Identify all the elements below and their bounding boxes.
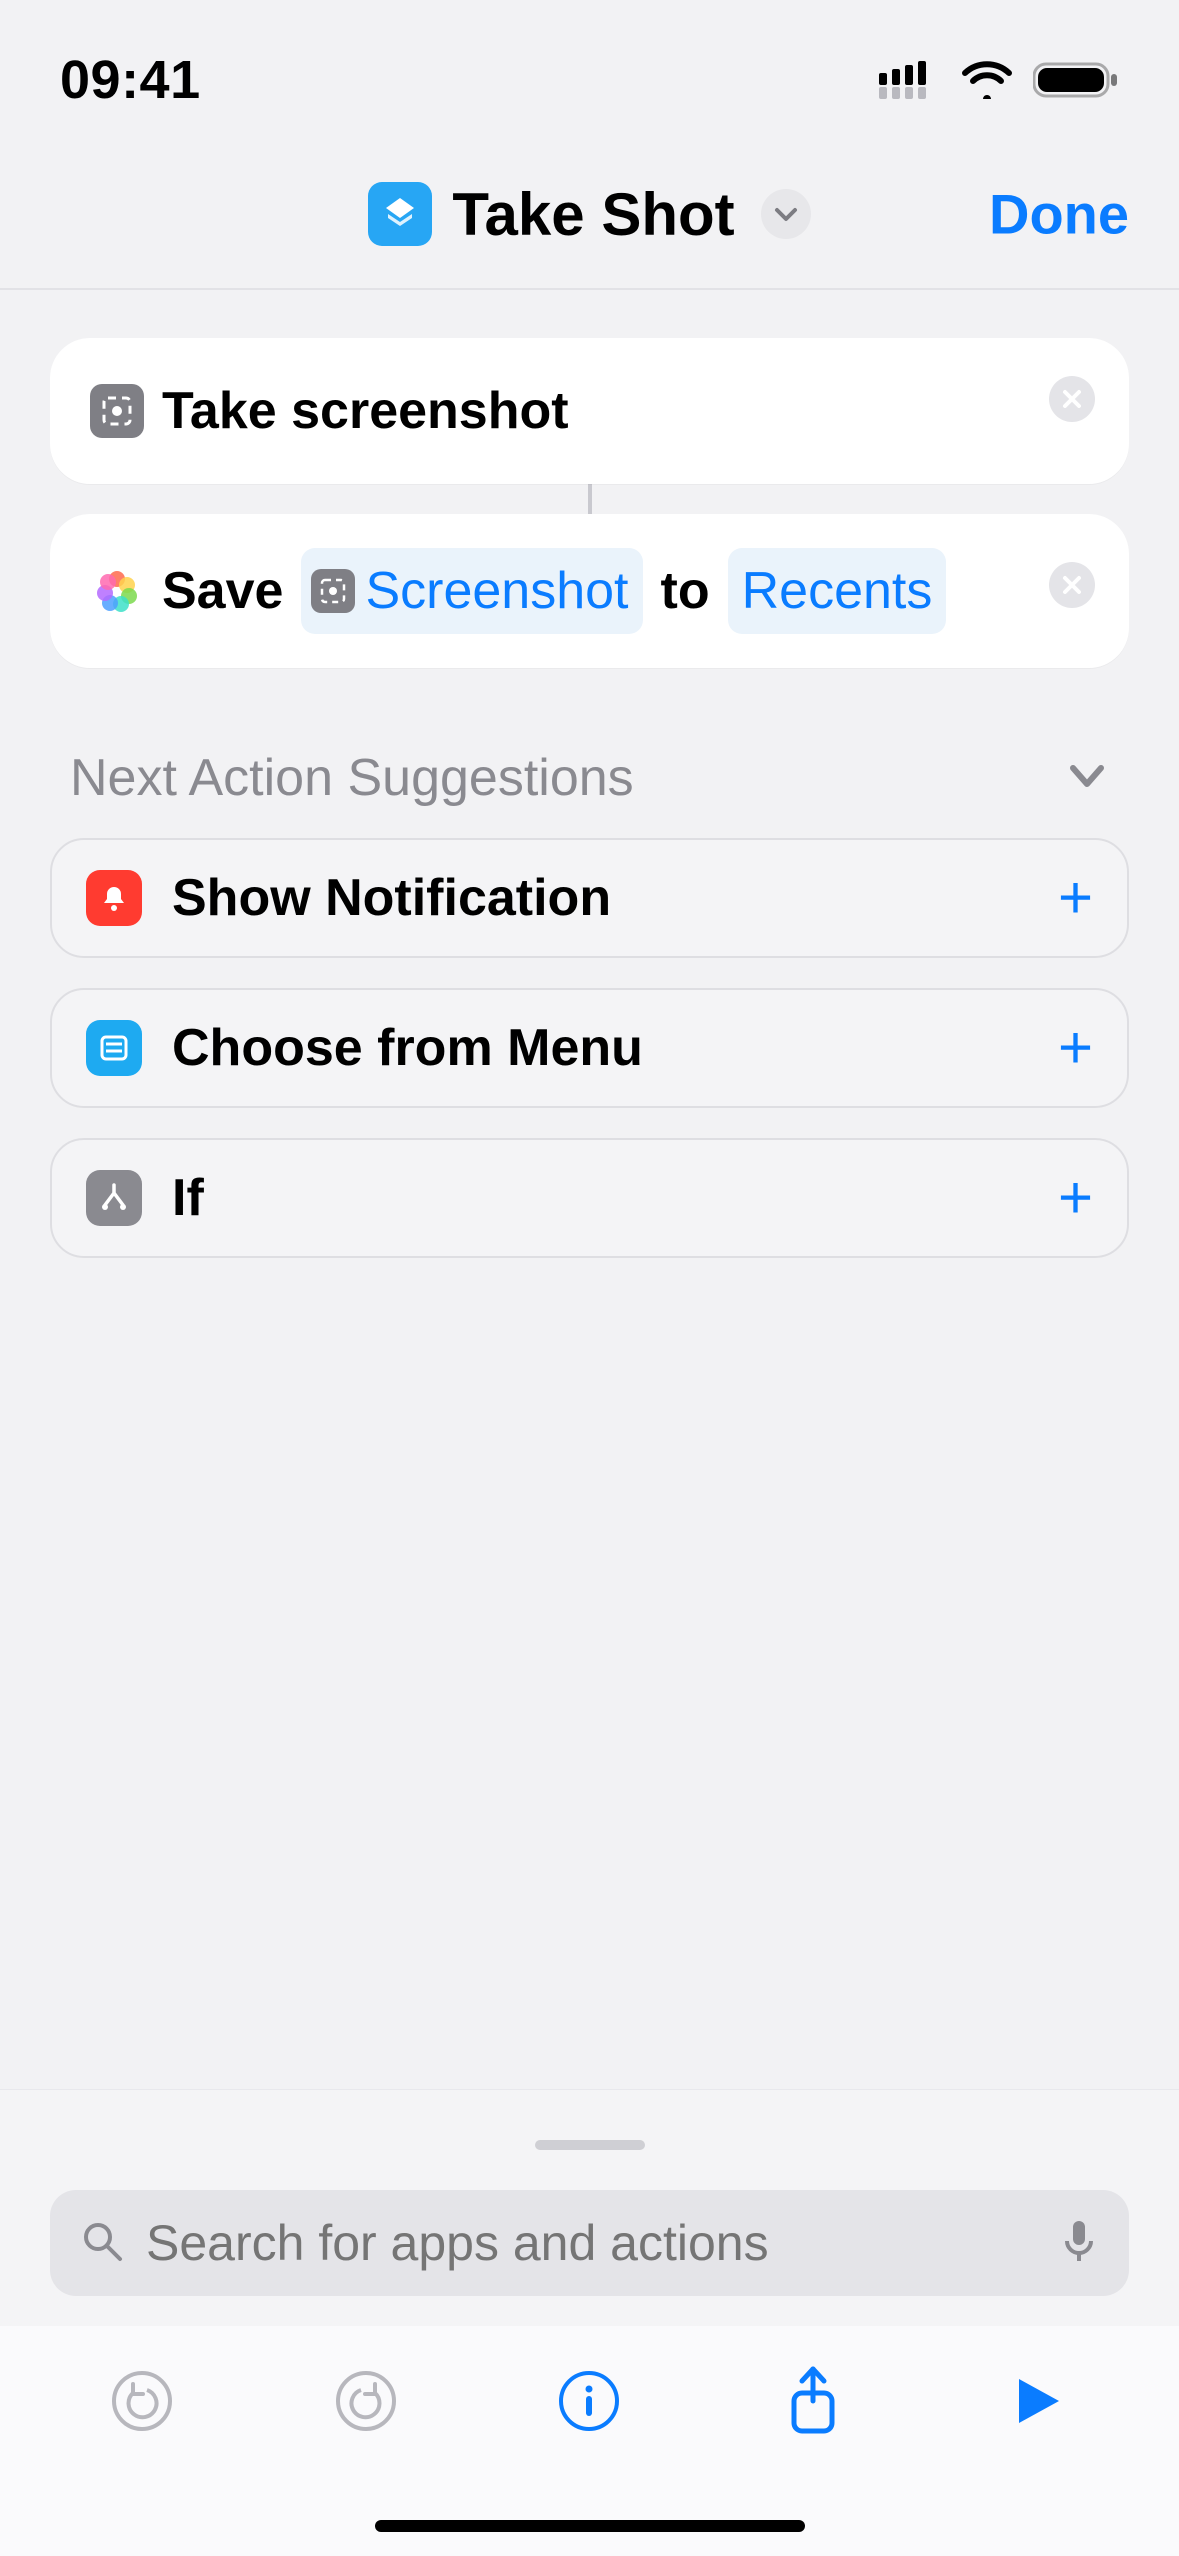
album-label: Recents [742, 552, 933, 630]
info-button[interactable] [554, 2366, 624, 2436]
cellular-icon [879, 61, 941, 99]
navigation-bar: Take Shot Done [0, 140, 1179, 290]
variable-label: Screenshot [365, 552, 628, 630]
shortcut-app-icon [368, 182, 432, 246]
undo-button[interactable] [107, 2366, 177, 2436]
chevron-down-icon [1065, 754, 1109, 803]
suggestions-header[interactable]: Next Action Suggestions [50, 668, 1129, 838]
chevron-down-icon[interactable] [761, 189, 811, 239]
suggestion-show-notification[interactable]: Show Notification + [50, 838, 1129, 958]
run-button[interactable] [1002, 2366, 1072, 2436]
microphone-icon[interactable] [1059, 2217, 1099, 2270]
search-input[interactable] [146, 2214, 1037, 2272]
add-suggestion-button[interactable]: + [1058, 1168, 1093, 1228]
delete-action-button[interactable] [1049, 562, 1095, 608]
editor-canvas: Take screenshot Save [0, 290, 1179, 1258]
action-card-take-screenshot[interactable]: Take screenshot [50, 338, 1129, 484]
share-button[interactable] [778, 2366, 848, 2436]
search-panel [0, 2089, 1179, 2326]
status-time: 09:41 [60, 49, 201, 111]
drag-handle[interactable] [535, 2140, 645, 2150]
shortcut-title: Take Shot [452, 180, 734, 249]
photos-app-icon [90, 564, 144, 618]
action-title: Take screenshot [162, 372, 569, 450]
search-icon [80, 2219, 124, 2268]
status-right [879, 60, 1119, 100]
album-token-recents[interactable]: Recents [728, 548, 947, 634]
add-suggestion-button[interactable]: + [1058, 868, 1093, 928]
suggestion-label: Choose from Menu [172, 1018, 1028, 1078]
action-connector [588, 484, 592, 514]
action-preposition: to [661, 552, 710, 630]
wifi-icon [961, 61, 1013, 99]
suggestion-choose-from-menu[interactable]: Choose from Menu + [50, 988, 1129, 1108]
suggestions-title: Next Action Suggestions [70, 748, 634, 808]
search-field[interactable] [50, 2190, 1129, 2296]
screenshot-icon [311, 569, 355, 613]
variable-token-screenshot[interactable]: Screenshot [301, 548, 642, 634]
add-suggestion-button[interactable]: + [1058, 1018, 1093, 1078]
menu-icon [86, 1020, 142, 1076]
screenshot-icon [90, 384, 144, 438]
suggestion-label: If [172, 1168, 1028, 1228]
home-indicator[interactable] [375, 2520, 805, 2532]
battery-icon [1033, 60, 1119, 100]
delete-action-button[interactable] [1049, 376, 1095, 422]
shortcut-title-button[interactable]: Take Shot [368, 180, 810, 249]
notification-icon [86, 870, 142, 926]
action-card-save-to-photos[interactable]: Save Screenshot to Recents [50, 514, 1129, 668]
suggestion-if[interactable]: If + [50, 1138, 1129, 1258]
redo-button[interactable] [331, 2366, 401, 2436]
branch-icon [86, 1170, 142, 1226]
action-verb: Save [162, 552, 283, 630]
status-bar: 09:41 [0, 0, 1179, 140]
done-button[interactable]: Done [989, 182, 1129, 247]
suggestion-label: Show Notification [172, 868, 1028, 928]
